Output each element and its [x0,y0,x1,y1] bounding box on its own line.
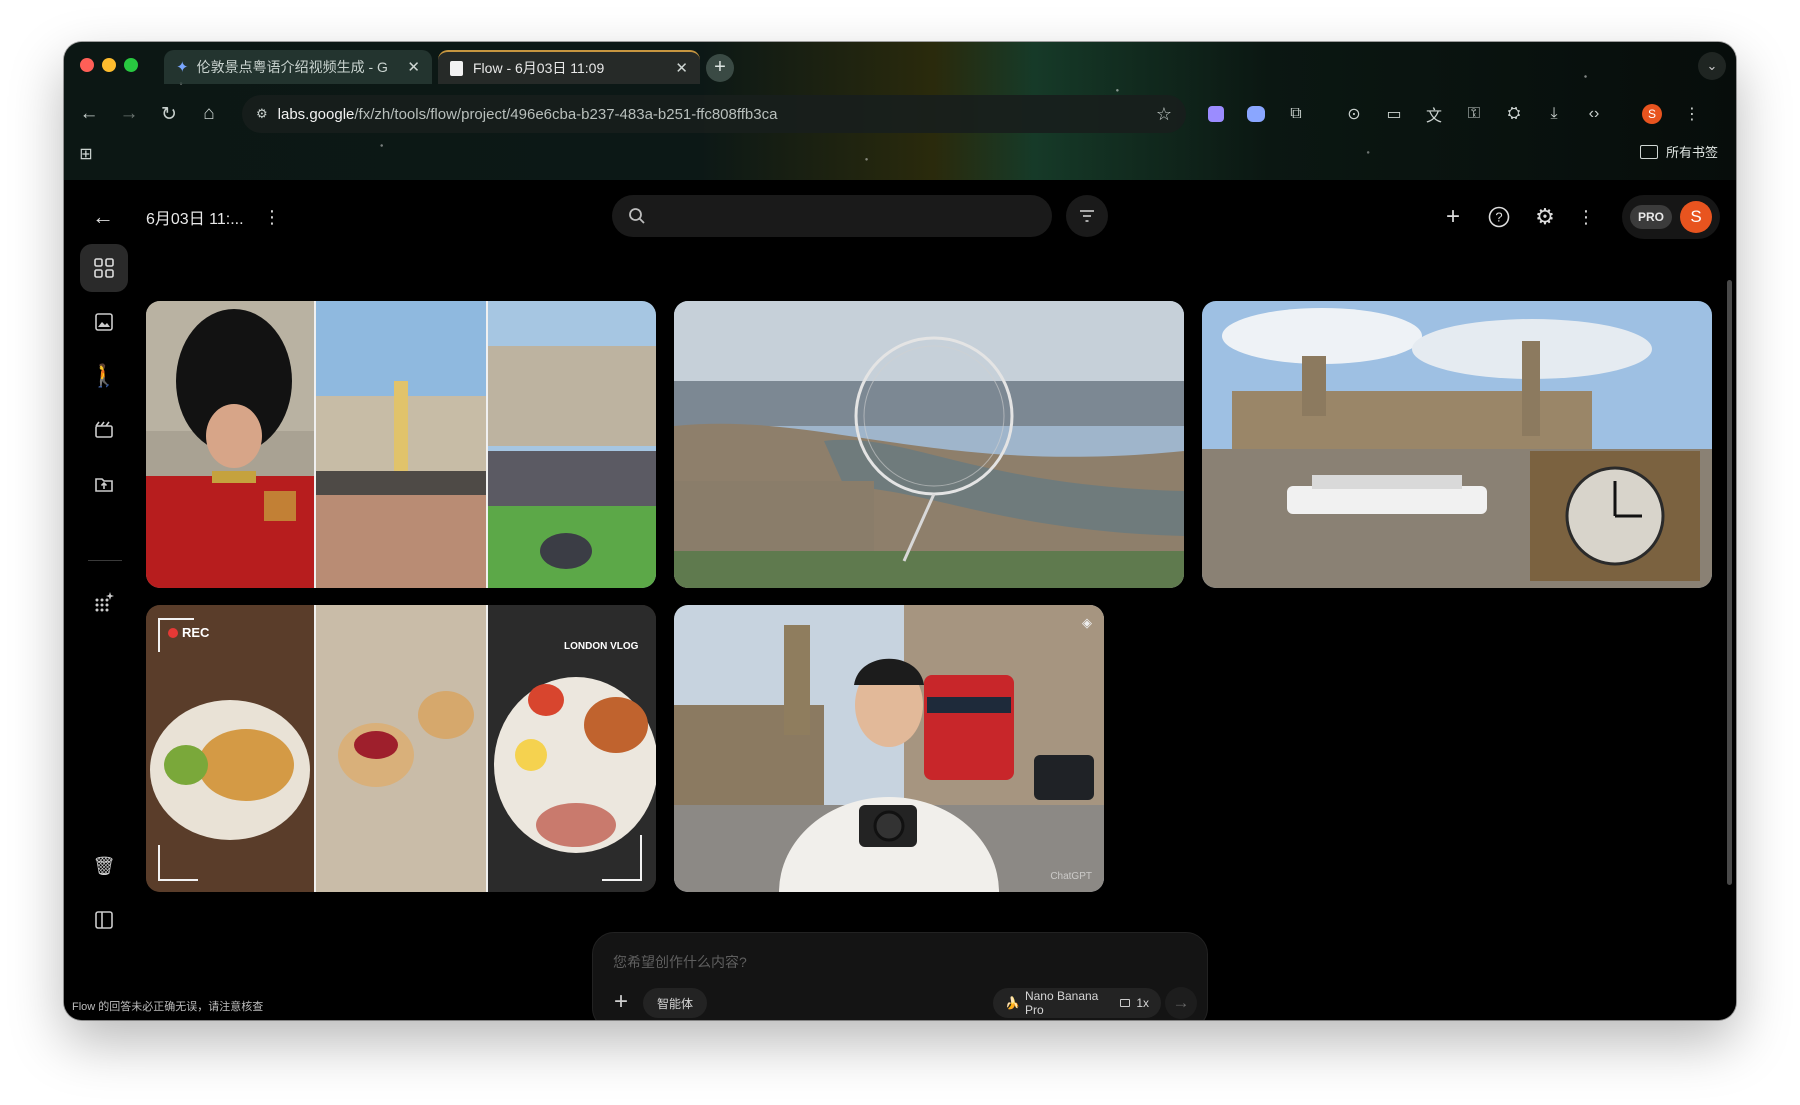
devtools-code-icon[interactable]: ‹› [1580,100,1608,128]
aspect-ratio-icon [1119,999,1131,1007]
close-tab-icon[interactable]: ✕ [675,59,688,77]
grid-view-icon[interactable] [80,244,128,292]
forward-icon[interactable]: → [114,99,144,129]
disclaimer-text: Flow 的回答未必正确无误，请注意核查 [72,1001,264,1013]
london-vlog-label: LONDON VLOG [564,641,639,652]
agent-chip[interactable]: 智能体 [643,988,708,1018]
browser-chrome: ✦ 伦敦景点粤语介绍视频生成 - G ✕ Flow - 6月03日 11:09 … [64,42,1736,181]
translate-icon[interactable]: 文 [1420,100,1448,128]
panel-toggle-icon[interactable] [80,896,128,944]
close-window-button[interactable] [80,58,94,72]
browser-window: ✦ 伦敦景点粤语介绍视频生成 - G ✕ Flow - 6月03日 11:09 … [64,42,1736,1020]
url-host: labs.google [277,105,355,123]
westminster-image [1202,301,1712,588]
prompt-placeholder[interactable]: 您希望创作什么内容? [613,952,747,972]
tab-title: 伦敦景点粤语介绍视频生成 - G [196,59,388,75]
all-bookmarks-label: 所有书签 [1665,145,1718,160]
layers-icon: ◈ [1082,615,1092,630]
model-selector[interactable]: 🍌 Nano Banana Pro 1x [993,988,1161,1018]
address-bar[interactable]: ⚙ labs.google/fx/zh/tools/flow/project/4… [242,95,1186,133]
output-count: 1x [1136,996,1149,1010]
svg-text:?: ? [1495,210,1502,225]
download-icon[interactable]: ⤓ [1540,100,1568,128]
tab-title: Flow - 6月03日 11:09 [473,60,605,76]
minimize-window-button[interactable] [102,58,116,72]
scene-clapper-icon[interactable] [80,406,128,454]
extension-robot-icon[interactable] [1242,100,1270,128]
zoom-window-button[interactable] [124,58,138,72]
back-arrow-icon[interactable]: ← [88,202,118,232]
chatgpt-watermark: ChatGPT [1050,871,1092,882]
apps-grid-icon[interactable]: ⊞ [72,140,100,168]
project-menu-icon[interactable]: ⋮ [260,202,284,232]
filter-icon [1080,210,1094,222]
reload-icon[interactable]: ↻ [154,99,184,129]
extensions-puzzle-icon[interactable]: ⧉ [1282,100,1310,128]
image-tile-food-vlog[interactable]: REC LONDON VLOG [146,605,656,892]
search-icon [629,208,645,224]
profile-avatar[interactable]: S [1638,100,1666,128]
page-icon [450,60,463,76]
more-menu-icon[interactable]: ⋮ [1574,202,1598,232]
tab-london-video[interactable]: ✦ 伦敦景点粤语介绍视频生成 - G ✕ [164,50,432,84]
url-path: /fx/zh/tools/flow/project/496e6cba-b237-… [354,105,778,123]
add-icon[interactable]: + [1438,202,1468,232]
browser-menu-icon[interactable]: ⋮ [1678,100,1706,128]
pro-badge: PRO [1630,205,1672,229]
upload-icon[interactable] [80,460,128,508]
user-avatar[interactable]: S [1680,201,1712,233]
gemini-sparkle-icon: ✦ [176,59,189,76]
search-input[interactable] [612,195,1052,237]
flow-app: ← 6月03日 11:... ⋮ + ? ⚙ ⋮ PRO S 🚶 🗑 REC L… [64,180,1736,1020]
rec-label: REC [182,625,210,640]
lens-icon[interactable]: ⊙ [1340,100,1368,128]
london-eye-image [674,301,1184,588]
password-key-icon[interactable]: ⚿ [1460,100,1488,128]
filter-button[interactable] [1066,195,1108,237]
home-icon[interactable]: ⌂ [194,99,224,129]
tourist-selfie-image [674,605,1104,892]
project-title[interactable]: 6月03日 11:... [146,205,244,229]
trash-icon[interactable]: 🗑 [80,842,128,890]
extension-purple-icon[interactable] [1202,100,1230,128]
gallery-scrollbar[interactable] [1727,280,1732,885]
folder-icon [1639,144,1658,159]
banana-icon: 🍌 [1005,996,1020,1010]
image-icon[interactable] [80,298,128,346]
settings-gear-icon[interactable]: ⚙ [1530,202,1560,232]
device-icon[interactable]: ▭ [1380,100,1408,128]
incognito-icon[interactable]: ⛭ [1500,100,1528,128]
sparkle-grid-icon[interactable] [80,578,128,626]
bookmark-star-icon[interactable]: ☆ [1156,104,1172,125]
tab-search-button[interactable]: ⌄ [1698,52,1726,80]
send-arrow-icon[interactable]: → [1165,987,1197,1019]
account-area[interactable]: PRO S [1622,195,1720,239]
close-tab-icon[interactable]: ✕ [407,58,420,76]
new-tab-button[interactable]: + [706,54,734,82]
character-icon[interactable]: 🚶 [80,352,128,400]
back-icon[interactable]: ← [74,99,104,129]
add-asset-icon[interactable]: + [607,989,635,1017]
prompt-composer[interactable]: 您希望创作什么内容? + 智能体 🍌 Nano Banana Pro 1x → [592,932,1208,1020]
site-info-icon[interactable]: ⚙ [256,106,268,122]
image-tile-buckingham[interactable] [146,301,656,588]
tab-flow[interactable]: Flow - 6月03日 11:09 ✕ [438,50,700,84]
image-tile-selfie[interactable]: ChatGPT ◈ [674,605,1104,892]
model-name: Nano Banana Pro [1024,989,1099,1017]
image-tile-westminster[interactable] [1202,301,1712,588]
all-bookmarks[interactable]: 所有书签 [1639,142,1718,161]
image-tile-london-eye[interactable] [674,301,1184,588]
rail-divider [88,560,122,561]
help-icon[interactable]: ? [1484,202,1514,232]
buckingham-collage-image [146,301,656,588]
